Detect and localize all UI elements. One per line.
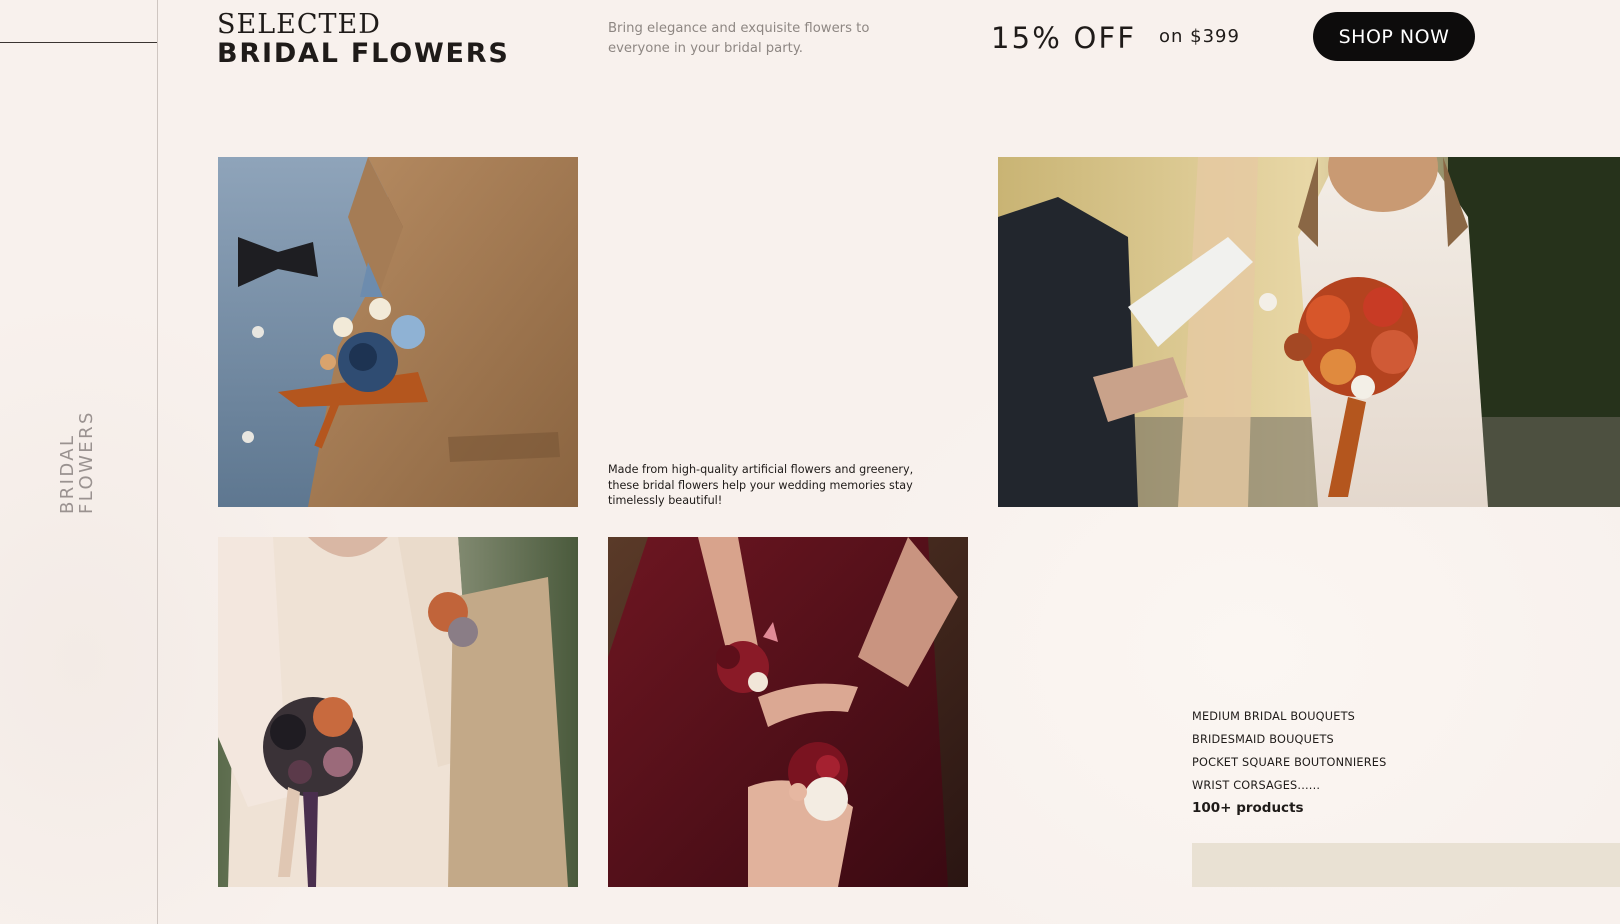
product-count: 100+ products [1192,800,1304,816]
category-pocket-square-boutonnieres[interactable]: POCKET SQUARE BOUTONNIERES [1192,751,1387,774]
promo-discount: 15% OFF [991,21,1137,55]
page-title-line2: BRIDAL FLOWERS [217,38,510,69]
corsage-illustration [608,537,968,887]
boutonniere-photo[interactable] [218,157,578,507]
sidebar-label-line2: FLOWERS [76,410,97,514]
bridesmaid-bouquet-photo[interactable] [218,537,578,887]
accent-bar [1192,843,1620,887]
wrist-corsage-photo[interactable] [608,537,968,887]
bride-bouquet-photo[interactable] [998,157,1620,507]
category-list: MEDIUM BRIDAL BOUQUETS BRIDESMAID BOUQUE… [1192,705,1387,797]
sidebar-label-line1: BRIDAL [57,433,78,514]
page-title-line1: SELECTED [217,9,381,40]
category-bridesmaid-bouquets[interactable]: BRIDESMAID BOUQUETS [1192,728,1387,751]
sidebar: BRIDAL FLOWERS [0,0,158,924]
tagline: Bring elegance and exquisite flowers to … [608,21,870,56]
bride-illustration [998,157,1620,507]
sidebar-divider [0,42,157,43]
boutonniere-illustration [218,157,578,507]
category-wrist-corsages[interactable]: WRIST CORSAGES...... [1192,774,1387,797]
sidebar-vertical-label: BRIDAL FLOWERS [57,394,97,514]
product-description: Made from high-quality artificial flower… [608,463,914,507]
category-medium-bridal-bouquets[interactable]: MEDIUM BRIDAL BOUQUETS [1192,705,1387,728]
bridesmaid-illustration [218,537,578,887]
promo-condition: on $399 [1159,26,1240,47]
shop-now-button[interactable]: SHOP NOW [1313,12,1475,61]
